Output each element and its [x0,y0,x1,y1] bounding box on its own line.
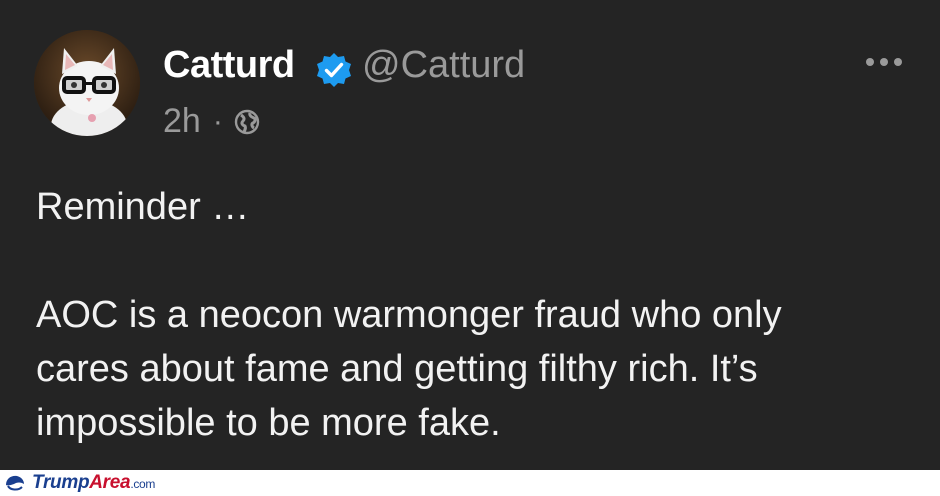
verified-badge-icon [317,53,351,87]
post-text-line: impossible to be more fake. [36,402,501,444]
watermark-brand-a: Trump [32,472,90,493]
post-text-blank-line [36,234,916,288]
author-name[interactable]: Catturd [163,44,295,87]
globe-icon [234,109,260,134]
author-avatar[interactable] [34,30,140,136]
post-text-line: AOC is a neocon warmonger fraud who only [36,294,782,336]
post-card: Catturd @Catturd 2h · Reminder … AOC is … [0,0,940,470]
meta-separator: · [212,104,223,138]
post-meta: 2h · [163,102,261,141]
post-text-line: Reminder … [36,186,250,228]
cat-avatar-image [34,30,140,136]
trump-hair-logo-icon [6,475,24,491]
post-text-line: cares about fame and getting filthy rich… [36,348,758,390]
more-options-icon[interactable] [864,54,904,70]
post-time[interactable]: 2h [163,102,201,141]
watermark-brand-b: Area [89,472,131,493]
post-text: Reminder … AOC is a neocon warmonger fra… [36,180,916,450]
watermark-bar: TrumpArea.com [0,470,940,496]
author-handle[interactable]: @Catturd [362,44,525,87]
watermark-text: TrumpArea.com [32,472,155,494]
watermark: TrumpArea.com [0,470,220,496]
watermark-suffix: .com [130,477,156,491]
